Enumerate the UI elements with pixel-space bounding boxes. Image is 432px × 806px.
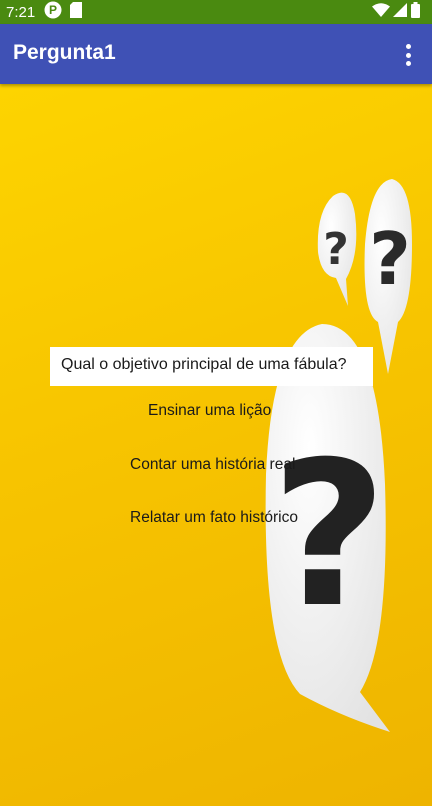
svg-text:?: ? bbox=[369, 217, 411, 301]
question-text: Qual o objetivo principal de uma fábula? bbox=[50, 347, 373, 386]
question-marks-illustration: ? ? ? bbox=[265, 179, 412, 732]
sd-card-icon bbox=[70, 1, 82, 23]
app-notification-icon: P bbox=[44, 1, 62, 24]
status-bar: 7:21 P bbox=[0, 0, 432, 24]
svg-text:P: P bbox=[49, 3, 57, 17]
status-time: 7:21 bbox=[6, 3, 36, 21]
answer-option-3[interactable]: Relatar um fato histórico bbox=[130, 509, 298, 527]
cellular-signal-icon bbox=[393, 2, 407, 22]
svg-text:?: ? bbox=[271, 419, 387, 652]
answer-option-2[interactable]: Contar uma história real bbox=[130, 456, 295, 474]
more-vert-icon[interactable] bbox=[402, 44, 414, 66]
app-bar: Pergunta1 bbox=[0, 24, 432, 84]
wifi-icon bbox=[372, 2, 390, 22]
battery-icon bbox=[411, 1, 420, 23]
answer-option-1[interactable]: Ensinar uma lição bbox=[148, 402, 271, 420]
app-title: Pergunta1 bbox=[13, 41, 116, 64]
quiz-screen: ? ? ? Qual o objetivo principal de uma f… bbox=[0, 84, 432, 806]
svg-text:?: ? bbox=[323, 224, 349, 275]
